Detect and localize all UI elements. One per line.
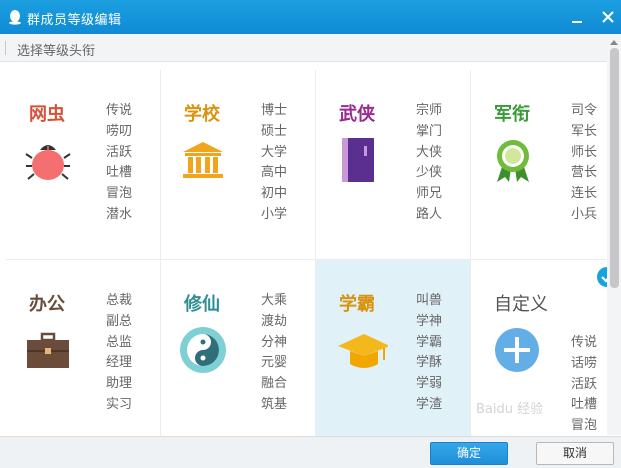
level-item: 大侠: [416, 144, 443, 160]
level-item: 融合: [261, 376, 288, 392]
level-item: 掌门: [416, 123, 443, 139]
level-item: 宗师: [416, 103, 443, 118]
level-item: 总监: [106, 334, 133, 350]
style-name: 学霸: [339, 294, 375, 315]
level-item: 唠叨: [106, 123, 133, 139]
level-item: 少侠: [416, 165, 443, 181]
level-item: 司令: [571, 103, 598, 118]
level-item: 经理: [106, 355, 133, 371]
level-item: 硕士: [261, 123, 288, 139]
style-name: 办公: [29, 294, 65, 315]
level-item: 学弱: [416, 376, 443, 392]
ok-button[interactable]: 确定: [430, 442, 508, 465]
level-list: 传说 唠叨 活跃 吐槽 冒泡 潜水: [106, 101, 132, 226]
title-bar: 群成员等级编辑: [0, 0, 621, 34]
level-item: 吐槽: [571, 397, 598, 413]
section-header: 选择等级头衔: [0, 34, 621, 62]
scrollbar-thumb[interactable]: [610, 48, 619, 288]
style-card-junxian[interactable]: 军衔 司令 军长 师长 营长 连长 小兵: [471, 70, 606, 253]
level-list: 传说 话唠 活跃 吐槽 冒泡: [571, 333, 597, 437]
header-divider: [5, 41, 6, 55]
level-item: 副总: [106, 313, 133, 329]
plus-circle-icon: [495, 328, 539, 372]
cancel-button[interactable]: 取消: [536, 442, 614, 465]
qq-penguin-icon: [9, 10, 21, 25]
level-item: 师兄: [416, 186, 443, 202]
level-list: 总裁 副总 总监 经理 助理 实习: [106, 291, 132, 416]
level-item: 连长: [571, 186, 598, 202]
grid-divider: [6, 259, 606, 260]
level-list: 博士 硕士 大学 高中 初中 小学: [261, 101, 287, 226]
close-icon: [602, 11, 614, 23]
level-item: 初中: [261, 186, 288, 202]
window-title: 群成员等级编辑: [27, 13, 122, 28]
book-icon: [342, 138, 374, 182]
level-item: 师长: [571, 144, 598, 160]
yin-yang-icon: [180, 327, 226, 373]
level-list: 叫兽 学神 学霸 学酥 学弱 学渣: [416, 291, 442, 416]
style-card-xueba[interactable]: 学霸 叫兽 学神 学霸 学酥 学弱 学渣: [316, 260, 471, 443]
grid-divider: [315, 70, 316, 436]
level-item: 助理: [106, 376, 133, 392]
level-item: 传说: [571, 335, 598, 350]
level-item: 活跃: [571, 376, 598, 392]
level-item: 分神: [261, 334, 288, 350]
style-card-xiuxian[interactable]: 修仙 大乘 渡劫 分神 元婴 融合 筑基: [161, 260, 316, 443]
style-card-wangchong[interactable]: 网虫 传说 唠叨 活跃 吐槽 冒泡 潜水: [6, 70, 161, 253]
level-list: 司令 军长 师长 营长 连长 小兵: [571, 101, 597, 226]
level-item: 军长: [571, 123, 598, 139]
level-item: 学霸: [416, 334, 443, 350]
style-name: 军衔: [494, 104, 530, 125]
grid-divider: [470, 70, 471, 436]
level-item: 筑基: [261, 396, 288, 412]
level-item: 渡劫: [261, 313, 288, 329]
level-item: 博士: [261, 103, 288, 118]
style-name: 自定义: [494, 294, 548, 315]
level-item: 大乘: [261, 293, 288, 308]
style-name: 网虫: [29, 104, 65, 125]
level-item: 小学: [261, 206, 288, 222]
bug-icon: [25, 145, 71, 180]
style-card-bangong[interactable]: 办公 总裁 副总 总监 经理 助理 实习: [6, 260, 161, 443]
level-item: 总裁: [106, 293, 133, 308]
level-item: 冒泡: [571, 418, 598, 434]
grid-divider: [160, 70, 161, 436]
level-list: 大乘 渡劫 分神 元婴 融合 筑基: [261, 291, 287, 416]
level-item: 实习: [106, 396, 133, 412]
level-item: 高中: [261, 165, 288, 181]
level-item: 元婴: [261, 355, 288, 371]
vertical-scrollbar[interactable]: [607, 35, 621, 435]
medal-icon: [497, 140, 529, 182]
style-card-wuxia[interactable]: 武侠 宗师 掌门 大侠 少侠 师兄 路人: [316, 70, 471, 253]
graduation-cap-icon: [338, 334, 388, 368]
level-item: 学神: [416, 313, 443, 329]
minimize-button[interactable]: [566, 6, 588, 28]
level-item: 活跃: [106, 144, 133, 160]
level-style-grid: 网虫 传说 唠叨 活跃 吐槽 冒泡 潜水 学校 博士 硕士 大学 高中 初中 小…: [6, 70, 606, 443]
level-item: 潜水: [106, 206, 133, 222]
style-name: 学校: [184, 104, 220, 125]
watermark-text: Baidu 经验: [476, 402, 544, 417]
level-item: 叫兽: [416, 293, 443, 308]
level-item: 话唠: [571, 355, 598, 371]
level-list: 宗师 掌门 大侠 少侠 师兄 路人: [416, 101, 442, 226]
level-item: 路人: [416, 206, 443, 222]
level-item: 大学: [261, 144, 288, 160]
style-name: 修仙: [184, 294, 220, 315]
level-item: 小兵: [571, 206, 598, 222]
level-item: 吐槽: [106, 165, 133, 181]
level-item: 冒泡: [106, 186, 133, 202]
close-button[interactable]: [597, 6, 619, 28]
style-name: 武侠: [339, 104, 375, 125]
briefcase-icon: [27, 332, 69, 368]
level-item: 学酥: [416, 355, 443, 371]
section-label: 选择等级头衔: [17, 44, 96, 59]
level-item: 营长: [571, 165, 598, 181]
level-item: 传说: [106, 103, 133, 118]
dialog-footer: 确定 取消: [0, 436, 621, 468]
school-building-icon: [183, 142, 223, 178]
style-card-xuexiao[interactable]: 学校 博士 硕士 大学 高中 初中 小学: [161, 70, 316, 253]
level-item: 学渣: [416, 396, 443, 412]
scroll-up-arrow-icon[interactable]: [610, 40, 618, 45]
